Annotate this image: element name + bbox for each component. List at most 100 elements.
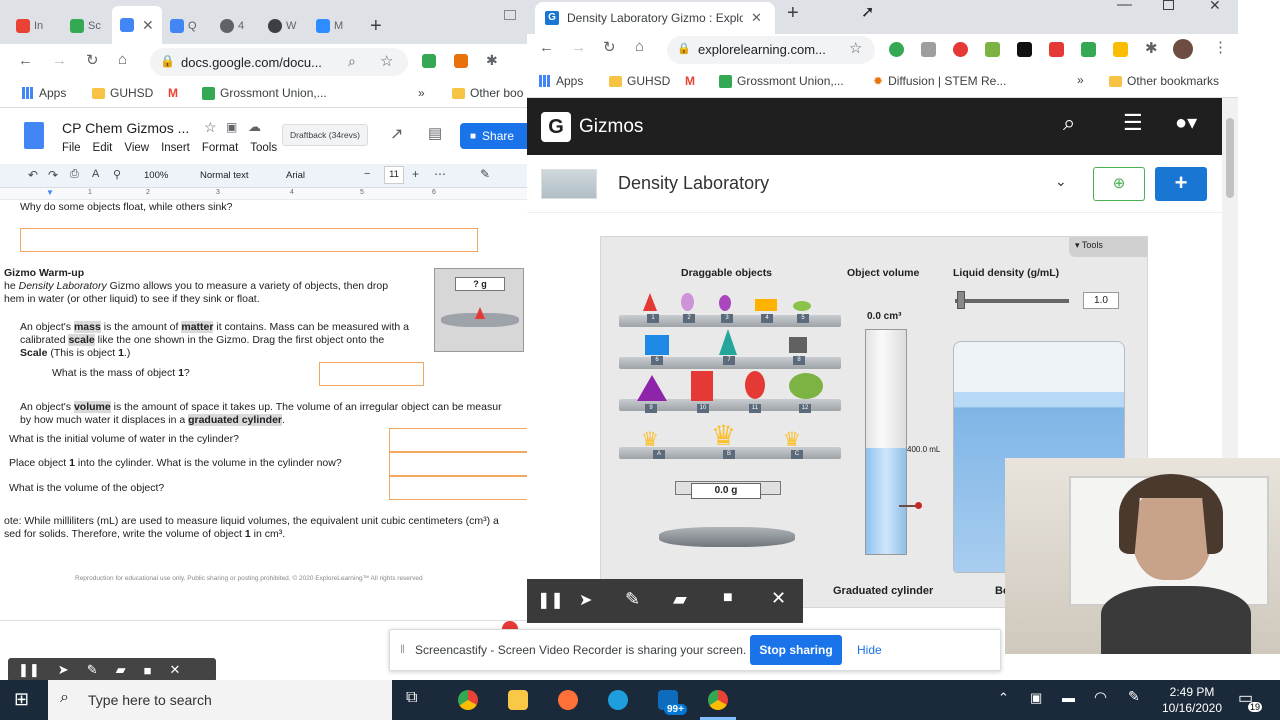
menu-tools[interactable]: Tools <box>250 142 277 154</box>
object-2-egg[interactable] <box>681 293 694 311</box>
menu-format[interactable]: Format <box>202 142 238 154</box>
add-button[interactable]: + <box>1155 167 1207 201</box>
kebab-menu-icon[interactable]: ⋮ <box>1213 38 1228 56</box>
wifi-icon[interactable]: ◠ <box>1094 688 1107 706</box>
tab-s[interactable]: W <box>268 8 296 44</box>
extension-icon[interactable] <box>921 42 936 57</box>
grammarly-icon[interactable] <box>889 42 904 57</box>
drag-handle-icon[interactable]: ‖ <box>400 642 405 656</box>
pen-icon[interactable]: ✎ <box>625 589 640 610</box>
camera-icon[interactable]: ■ <box>723 589 733 607</box>
graduated-cylinder[interactable] <box>865 329 907 555</box>
close-window-icon[interactable]: ✕ <box>1209 0 1221 14</box>
new-tab-button[interactable]: + <box>787 2 799 25</box>
object-12-ellipsoid[interactable] <box>789 373 823 399</box>
tab-docs-active[interactable]: ✕ <box>112 6 162 44</box>
share-button[interactable]: ■ Share <box>460 123 527 149</box>
extension-icon[interactable] <box>1049 42 1064 57</box>
taskbar-search-box[interactable]: ⌕ Type here to search <box>48 680 392 720</box>
object-10-block[interactable] <box>691 371 713 401</box>
answer-box-cylinder[interactable] <box>389 452 527 476</box>
style-select[interactable]: Normal text <box>200 170 249 181</box>
bookmark-apps[interactable]: Apps <box>22 86 66 100</box>
home-icon[interactable]: ⌂ <box>635 38 644 55</box>
bookmark-apps[interactable]: Apps <box>539 74 583 88</box>
tab-drive[interactable]: Sc <box>70 8 101 44</box>
stop-sharing-button[interactable]: Stop sharing <box>750 635 842 665</box>
home-icon[interactable]: ⌂ <box>118 51 127 68</box>
object-4-block[interactable] <box>755 299 777 311</box>
avatar[interactable] <box>1173 39 1193 59</box>
bookmark-guhsd[interactable]: GUHSD <box>92 86 153 100</box>
extension-icon[interactable] <box>953 42 968 57</box>
bookmark-overflow[interactable]: » <box>418 86 425 100</box>
file-explorer-icon[interactable] <box>508 690 528 710</box>
gizmos-logo-icon[interactable]: G <box>541 112 571 142</box>
crown-a-icon[interactable]: ♛ <box>641 427 659 452</box>
highlighter-icon[interactable]: ▰ <box>116 662 126 678</box>
taskbar-clock[interactable]: 2:49 PM 10/16/2020 <box>1152 684 1232 716</box>
comments-icon[interactable]: ▤ <box>428 124 442 142</box>
extension-icon[interactable] <box>454 54 468 68</box>
omnibox[interactable]: 🔒 docs.google.com/docu... ⌕ ☆ <box>150 48 408 76</box>
extension-icon[interactable] <box>1113 42 1128 57</box>
spellcheck-icon[interactable]: A <box>92 168 99 180</box>
activity-icon[interactable]: ↗ <box>390 124 403 144</box>
cursor-icon[interactable]: ➤ <box>579 590 592 610</box>
restore-icon[interactable] <box>504 10 516 20</box>
user-icon[interactable]: ●▾ <box>1175 110 1197 135</box>
bookmark-guhsd[interactable]: GUHSD <box>609 74 670 88</box>
increase-font-icon[interactable]: + <box>412 167 419 181</box>
play-extension-icon[interactable] <box>1017 42 1032 57</box>
chevron-down-icon[interactable]: ⌄ <box>1055 173 1067 190</box>
object-7-cone[interactable] <box>719 329 737 355</box>
back-icon[interactable]: ← <box>18 52 33 69</box>
tab-gmail[interactable]: In <box>16 8 43 44</box>
chrome-icon-active[interactable] <box>708 690 728 710</box>
reload-icon[interactable]: ↻ <box>603 38 616 56</box>
add-favorite-button[interactable]: ⊕ <box>1093 167 1145 201</box>
indent-marker-icon[interactable]: ▼ <box>46 188 54 197</box>
tab-gizmo[interactable]: G Density Laboratory Gizmo : Explo ✕ <box>535 2 775 34</box>
star-icon[interactable]: ☆ <box>849 39 862 57</box>
star-icon[interactable]: ☆ <box>380 52 393 70</box>
menu-view[interactable]: View <box>124 142 149 154</box>
edge-icon[interactable] <box>608 690 628 710</box>
windows-start-icon[interactable]: ⊞ <box>14 689 29 710</box>
density-slider-handle[interactable] <box>957 291 965 309</box>
gizmos-brand[interactable]: Gizmos <box>579 116 643 138</box>
hide-button[interactable]: Hide <box>857 643 882 657</box>
object-5-ellipsoid[interactable] <box>793 301 811 311</box>
print-icon[interactable]: ⎙ <box>70 168 79 181</box>
extension-icon[interactable] <box>1081 42 1096 57</box>
bookmark-diffusion[interactable]: ✹ Diffusion | STEM Re... <box>873 74 1006 88</box>
object-8-cube[interactable] <box>789 337 807 353</box>
font-select[interactable]: Arial <box>286 170 305 181</box>
cursor-icon[interactable]: ➤ <box>58 662 69 678</box>
back-icon[interactable]: ← <box>539 39 554 56</box>
hamburger-menu-icon[interactable]: ☰ <box>1123 110 1143 136</box>
puzzle-icon[interactable]: ✱ <box>1145 39 1158 57</box>
pen-tray-icon[interactable]: ✎ <box>1128 688 1140 705</box>
object-1-cone[interactable] <box>643 293 657 311</box>
menu-edit[interactable]: Edit <box>93 142 113 154</box>
object-9-pyramid[interactable] <box>637 375 667 401</box>
pause-icon[interactable]: ❚❚ <box>537 590 564 610</box>
minimize-icon[interactable]: — <box>1117 0 1132 13</box>
crown-c-icon[interactable]: ♛ <box>783 427 801 452</box>
font-size-input[interactable]: 11 <box>384 166 404 184</box>
bookmark-other[interactable]: Other boo <box>452 86 523 100</box>
object-6-cube[interactable] <box>645 335 669 355</box>
search-icon[interactable]: ⌕ <box>1063 110 1075 136</box>
bookmark-other[interactable]: Other bookmarks <box>1109 74 1219 88</box>
answer-box-float[interactable] <box>20 228 478 252</box>
highlighter-icon[interactable]: ▰ <box>673 589 687 610</box>
zoom-select[interactable]: 100% <box>144 170 168 181</box>
answer-box-initial[interactable] <box>389 428 527 452</box>
tab-docs-2[interactable]: Q <box>170 8 197 44</box>
extension-icon[interactable] <box>422 54 436 68</box>
undo-icon[interactable]: ↶ <box>28 168 38 182</box>
redo-icon[interactable]: ↷ <box>48 168 58 182</box>
docs-logo-icon[interactable] <box>24 122 44 149</box>
close-icon[interactable]: ✕ <box>169 662 180 678</box>
